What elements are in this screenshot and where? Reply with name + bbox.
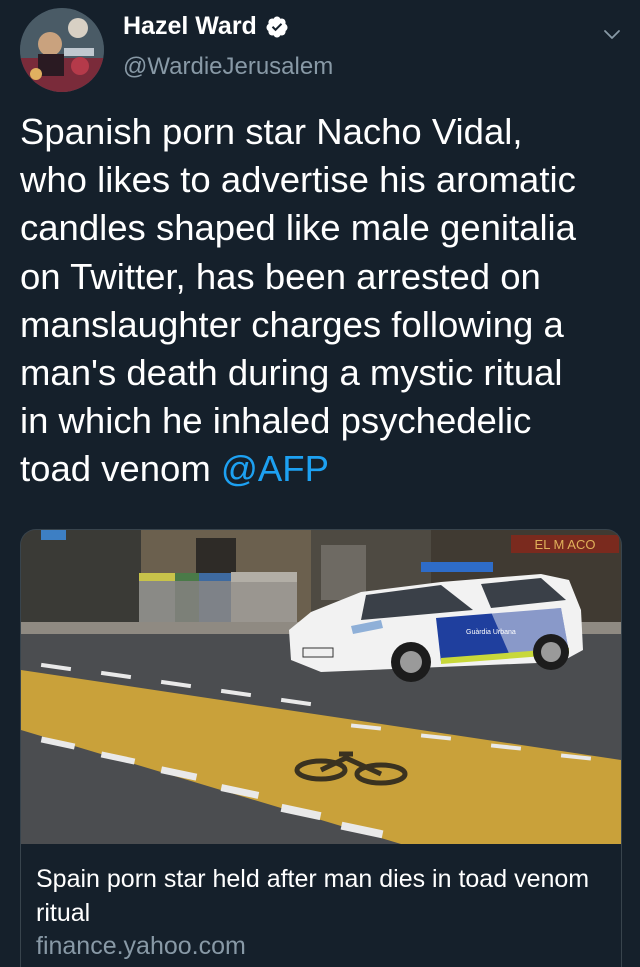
handle[interactable]: @WardieJerusalem — [123, 53, 333, 81]
tweet-text-line: candles shaped like male genitalia — [20, 207, 576, 249]
card-domain[interactable]: finance.yahoo.com — [36, 932, 246, 961]
tweet-text-line-last: toad venom @AFP — [20, 445, 630, 493]
link-card[interactable]: EL M ACO Guàrdia Urbana Spain porn star … — [20, 529, 622, 967]
avatar-image — [20, 8, 104, 92]
tweet-text: Spanish porn star Nacho Vidal, who likes… — [20, 108, 630, 494]
tweet-text-line: who likes to advertise his aromatic — [20, 159, 576, 201]
display-name[interactable]: Hazel Ward — [123, 12, 257, 41]
car-label-text: Guàrdia Urbana — [466, 629, 516, 636]
tweet: Hazel Ward @WardieJerusalem Spanish porn… — [0, 0, 640, 967]
street-sign — [41, 530, 66, 540]
card-title[interactable]: Spain porn star held after man dies in t… — [36, 862, 606, 930]
author-name-row: Hazel Ward — [123, 12, 289, 41]
verified-badge-icon — [266, 16, 288, 37]
chevron-down-icon[interactable] — [600, 22, 624, 46]
shop-sign-text: EL M ACO — [535, 537, 596, 552]
card-image: EL M ACO Guàrdia Urbana — [21, 530, 621, 844]
tweet-text-line: in which he inhaled psychedelic — [20, 400, 532, 442]
mention-link[interactable]: @AFP — [221, 448, 329, 489]
tweet-text-line: on Twitter, has been arrested on — [20, 255, 541, 297]
avatar[interactable] — [20, 8, 104, 92]
tweet-text-line: man's death during a mystic ritual — [20, 352, 563, 394]
tweet-text-line: manslaughter charges following a — [20, 303, 564, 345]
tweet-text-line: Spanish porn star Nacho Vidal, — [20, 111, 523, 152]
tweet-text-segment: toad venom — [20, 448, 221, 490]
